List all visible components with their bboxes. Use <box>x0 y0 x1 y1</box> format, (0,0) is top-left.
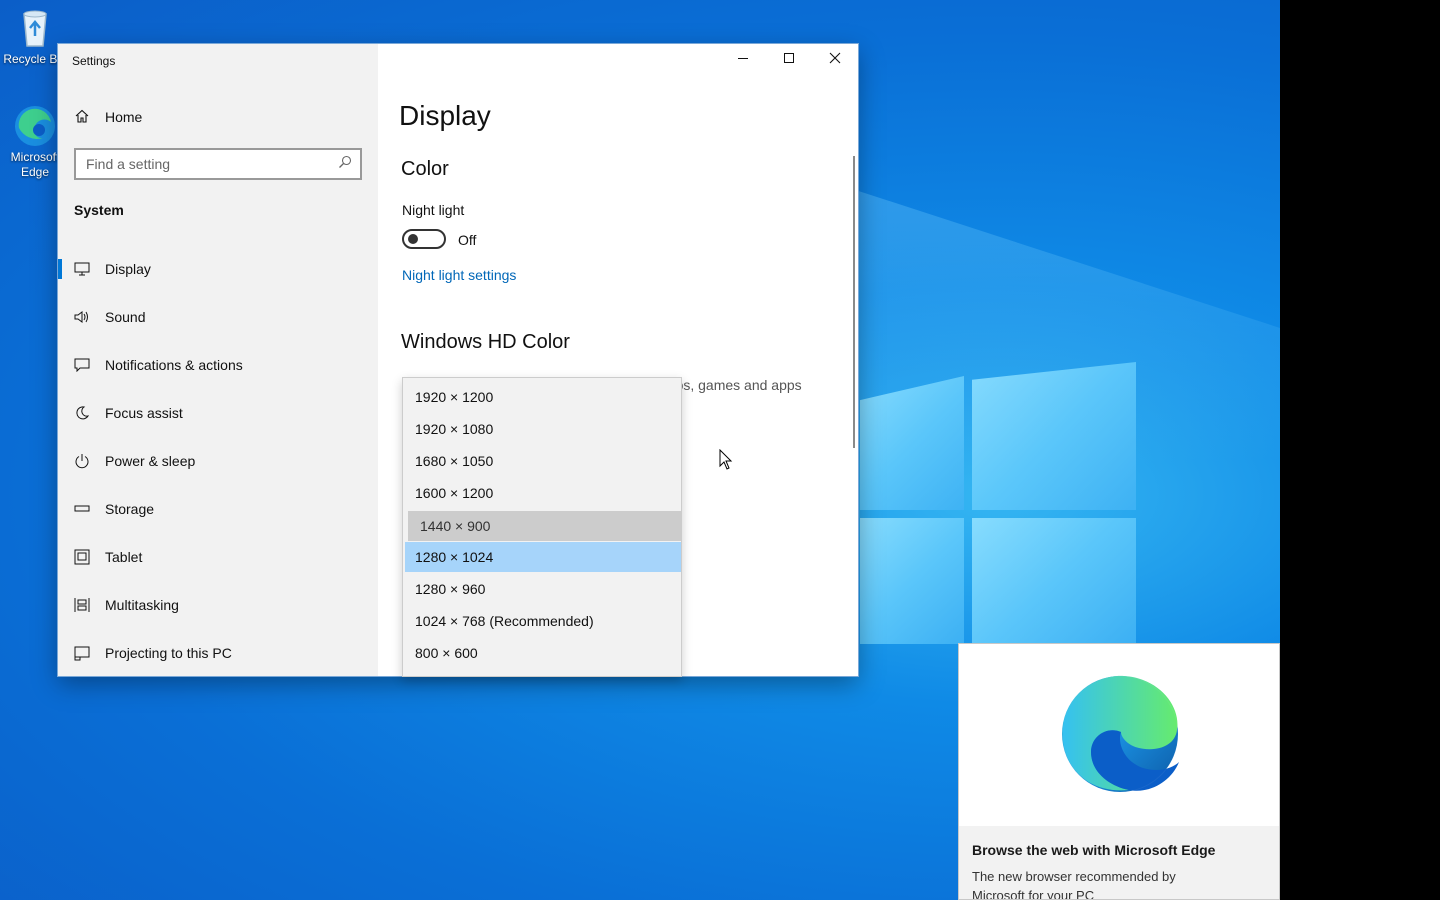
sidebar-item-notifications[interactable]: Notifications & actions <box>58 345 378 385</box>
color-heading: Color <box>401 158 449 180</box>
sidebar-item-label: Multitasking <box>105 597 179 613</box>
sidebar-item-focus-assist[interactable]: Focus assist <box>58 393 378 433</box>
resolution-option[interactable]: 1024 × 768 (Recommended) <box>405 606 681 636</box>
toast-body: The new browser recommended by Microsoft… <box>972 869 1176 900</box>
resolution-option[interactable]: 1920 × 1200 <box>405 382 681 412</box>
sidebar-item-power-sleep[interactable]: Power & sleep <box>58 441 378 481</box>
edge-promo-toast[interactable]: Browse the web with Microsoft Edge The n… <box>958 643 1280 900</box>
sidebar-item-label: Storage <box>105 501 155 517</box>
section-label: System <box>74 202 124 218</box>
home-nav-item[interactable]: Home <box>74 106 142 128</box>
minimize-icon <box>737 51 749 69</box>
tablet-icon <box>74 549 90 565</box>
sidebar-item-label: Display <box>105 261 151 277</box>
sidebar-item-projecting[interactable]: Projecting to this PC <box>58 633 378 673</box>
search-icon[interactable] <box>338 155 352 174</box>
home-label: Home <box>105 109 143 125</box>
window-title: Settings <box>72 54 116 68</box>
resolution-dropdown-list[interactable]: 1920 × 1200 1920 × 1080 1680 × 1050 1600… <box>402 377 682 677</box>
maximize-icon <box>783 51 795 69</box>
minimize-button[interactable] <box>720 44 766 76</box>
active-indicator <box>58 259 62 279</box>
sidebar-item-multitasking[interactable]: Multitasking <box>58 585 378 625</box>
sidebar-item-storage[interactable]: Storage <box>58 489 378 529</box>
content-scrollbar[interactable] <box>853 156 855 448</box>
home-icon <box>74 108 90 127</box>
resolution-option[interactable]: 1280 × 960 <box>405 574 681 604</box>
edge-icon <box>13 104 57 148</box>
screen-edge <box>1280 0 1440 900</box>
sidebar-item-label: Tablet <box>105 549 143 565</box>
night-light-label: Night light <box>402 202 465 218</box>
resolution-option-hovered[interactable]: 1440 × 900 <box>408 511 681 541</box>
sidebar-item-label: Notifications & actions <box>105 357 243 373</box>
toast-title: Browse the web with Microsoft Edge <box>972 842 1216 858</box>
projecting-icon <box>74 645 90 661</box>
sidebar-item-tablet[interactable]: Tablet <box>58 537 378 577</box>
search-box[interactable] <box>74 148 362 180</box>
recycle-bin-icon <box>13 6 57 50</box>
storage-icon <box>74 501 90 517</box>
sidebar-item-label: Projecting to this PC <box>105 645 232 661</box>
page-title: Display <box>399 100 491 131</box>
sidebar-item-display[interactable]: Display <box>58 249 378 289</box>
settings-sidebar: Settings Home System Display Soun <box>58 44 378 676</box>
sidebar-item-label: Focus assist <box>105 405 183 421</box>
hdr-color-heading: Windows HD Color <box>401 331 570 353</box>
multitasking-icon <box>74 597 90 613</box>
resolution-option[interactable]: 1680 × 1050 <box>405 446 681 476</box>
night-light-toggle[interactable] <box>402 229 446 249</box>
resolution-option-selected[interactable]: 1280 × 1024 <box>405 542 681 572</box>
power-icon <box>74 453 90 469</box>
close-icon <box>829 51 841 69</box>
notification-icon <box>74 357 90 373</box>
mouse-cursor <box>719 448 733 471</box>
sidebar-item-sound[interactable]: Sound <box>58 297 378 337</box>
close-button[interactable] <box>812 44 858 76</box>
sidebar-item-label: Power & sleep <box>105 453 196 469</box>
speaker-icon <box>74 309 90 325</box>
edge-logo-icon <box>1061 675 1179 793</box>
maximize-button[interactable] <box>766 44 812 76</box>
windows-logo <box>860 362 1136 644</box>
resolution-option[interactable]: 1920 × 1080 <box>405 414 681 444</box>
resolution-option[interactable]: 1600 × 1200 <box>405 478 681 508</box>
night-light-state: Off <box>458 232 477 248</box>
resolution-option[interactable]: 800 × 600 <box>405 638 681 668</box>
toggle-knob <box>408 234 418 244</box>
search-input[interactable] <box>86 156 338 172</box>
monitor-icon <box>74 261 90 277</box>
moon-icon <box>74 405 90 421</box>
toast-hero-image <box>959 644 1279 826</box>
sidebar-item-label: Sound <box>105 309 146 325</box>
night-light-settings-link[interactable]: Night light settings <box>402 267 516 283</box>
